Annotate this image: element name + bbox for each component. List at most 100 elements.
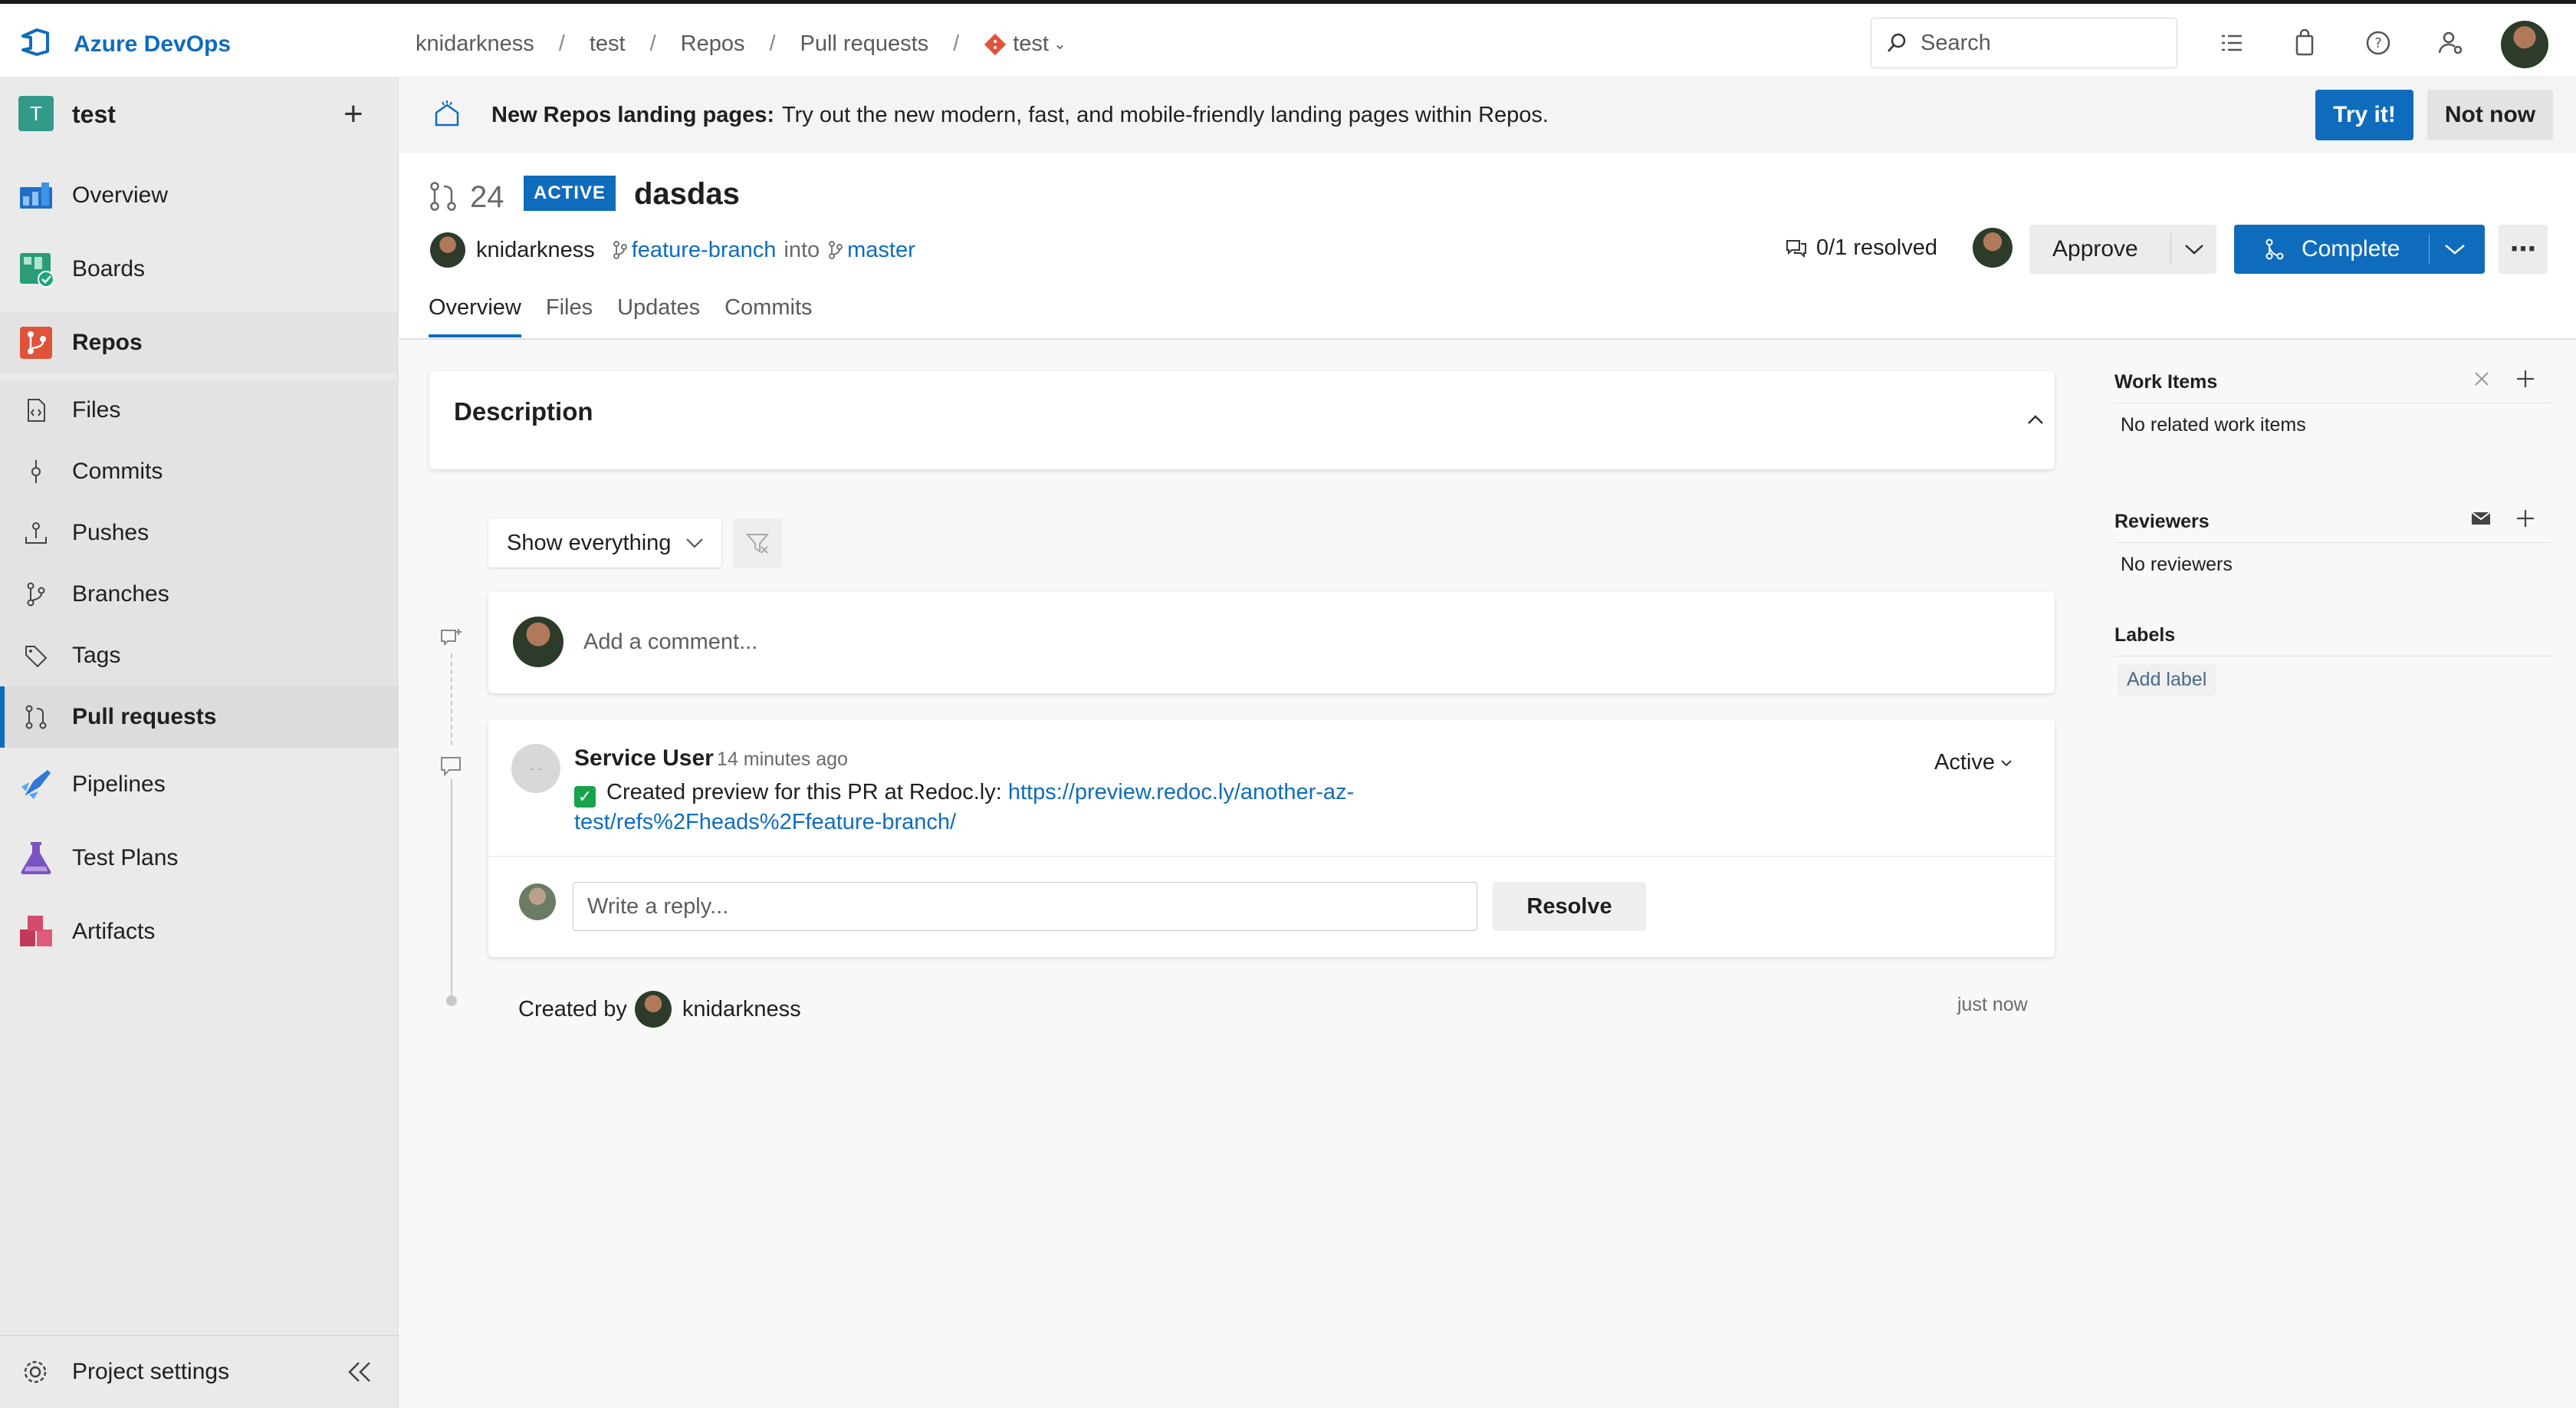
chevron-down-icon[interactable]	[2183, 242, 2206, 257]
sidebar-item-artifacts[interactable]: Artifacts	[0, 901, 399, 962]
reviewers-empty: No reviewers	[2121, 554, 2233, 575]
sidebar-item-pull-requests[interactable]: Pull requests	[0, 686, 399, 748]
breadcrumb-project[interactable]: test	[590, 31, 626, 57]
comment-author[interactable]: Service User	[574, 745, 714, 771]
check-icon: ✓	[574, 786, 596, 808]
resolve-button[interactable]: Resolve	[1493, 882, 1646, 931]
source-branch-link[interactable]: feature-branch	[595, 238, 776, 263]
add-label-button[interactable]: Add label	[2118, 664, 2216, 696]
sidebar-item-branches[interactable]: Branches	[0, 564, 399, 625]
work-items-empty: No related work items	[2121, 414, 2306, 436]
breadcrumb-org[interactable]: knidarkness	[416, 31, 534, 57]
avatar[interactable]	[1973, 228, 2013, 268]
reply-input[interactable]	[573, 882, 1477, 931]
approve-label: Approve	[2052, 236, 2138, 262]
divider	[2170, 234, 2171, 265]
target-branch-name: master	[847, 237, 915, 262]
tab-overview[interactable]: Overview	[429, 295, 521, 337]
breadcrumb-repos[interactable]: Repos	[681, 31, 745, 57]
sidebar-item-commits[interactable]: Commits	[0, 441, 399, 502]
repos-icon	[20, 327, 52, 359]
sidebar-item-pushes[interactable]: Pushes	[0, 502, 399, 564]
tag-icon	[25, 646, 48, 668]
add-icon[interactable]	[2515, 508, 2536, 529]
chevron-down-icon[interactable]	[2443, 242, 2467, 257]
add-icon[interactable]: +	[343, 97, 363, 131]
more-actions-icon[interactable]: ⋯	[2499, 225, 2548, 274]
svg-text:?: ?	[2374, 35, 2382, 51]
help-icon[interactable]: ?	[2364, 28, 2393, 58]
sidebar-item-overview[interactable]: Overview	[0, 165, 399, 226]
list-settings-icon[interactable]	[2217, 28, 2246, 58]
comment-text: Created preview for this PR at Redoc.ly:	[606, 780, 1002, 804]
close-icon[interactable]	[2472, 369, 2492, 389]
approve-button[interactable]: Approve	[2029, 225, 2216, 274]
chevron-up-icon[interactable]	[2022, 406, 2049, 433]
sidebar-item-test-plans[interactable]: Test Plans	[0, 827, 399, 889]
comment-input[interactable]	[583, 623, 1963, 661]
branch-icon	[27, 582, 45, 607]
breadcrumb-pull-requests[interactable]: Pull requests	[800, 31, 929, 57]
new-comment-box	[488, 592, 2055, 693]
filter-button[interactable]	[733, 518, 782, 567]
banner-message: New Repos landing pages: Try out the new …	[491, 103, 1549, 128]
brand-name[interactable]: Azure DevOps	[74, 31, 231, 58]
project-name[interactable]: test	[72, 100, 116, 129]
comment-body: ✓ Created preview for this PR at Redoc.ly…	[574, 778, 1418, 837]
user-avatar[interactable]	[2501, 21, 2548, 68]
sidebar-item-files[interactable]: Files	[0, 380, 399, 441]
tab-files[interactable]: Files	[546, 295, 593, 337]
search-box[interactable]	[1871, 18, 2177, 68]
tab-updates[interactable]: Updates	[617, 295, 700, 337]
merge-icon	[2266, 239, 2284, 260]
resolved-count: 0/1 resolved	[1816, 235, 1937, 260]
collapse-sidebar-icon[interactable]	[343, 1357, 374, 1387]
breadcrumb-separator: /	[769, 31, 776, 56]
project-badge[interactable]: T	[18, 96, 54, 131]
try-it-button[interactable]: Try it!	[2315, 90, 2413, 140]
azure-devops-logo-icon[interactable]	[20, 25, 54, 59]
into-label: into	[784, 237, 820, 262]
add-icon[interactable]	[2515, 368, 2536, 390]
thread-status-value: Active	[1934, 750, 1995, 775]
search-input[interactable]	[1921, 30, 2150, 56]
sidebar-item-label: Commits	[72, 459, 163, 484]
sidebar-item-label: Boards	[72, 256, 146, 281]
project-settings[interactable]: Project settings	[0, 1335, 399, 1408]
artifacts-icon	[20, 916, 52, 946]
target-branch-link[interactable]: master	[820, 238, 915, 263]
pr-meta: knidarkness feature-branch into master	[430, 232, 915, 268]
pull-request-icon	[430, 182, 456, 211]
avatar: - -	[511, 744, 560, 793]
avatar[interactable]	[430, 232, 465, 268]
complete-button[interactable]: Complete	[2234, 225, 2485, 274]
comment-thread: - - Service User 14 minutes ago Active ✓…	[488, 719, 2055, 957]
sidebar-item-boards[interactable]: Boards	[0, 239, 399, 300]
tab-bar: Overview Files Updates Commits	[429, 295, 837, 337]
breadcrumb-repo-selector[interactable]: test	[1013, 31, 1049, 57]
chevron-down-icon[interactable]: ⌄	[1053, 35, 1066, 54]
shopping-bag-icon[interactable]	[2290, 28, 2319, 58]
pr-author[interactable]: knidarkness	[476, 238, 595, 263]
sidebar-item-repos[interactable]: Repos	[0, 312, 399, 373]
sidebar-item-pipelines[interactable]: Pipelines	[0, 754, 399, 815]
new-feature-icon	[435, 100, 459, 127]
tab-commits[interactable]: Commits	[724, 295, 812, 337]
activity-filter-dropdown[interactable]: Show everything	[488, 518, 721, 567]
sidebar-item-tags[interactable]: Tags	[0, 625, 399, 686]
dropdown-value: Show everything	[507, 530, 672, 555]
breadcrumb-separator: /	[953, 31, 960, 56]
user-settings-icon[interactable]	[2436, 28, 2466, 58]
page-title[interactable]: dasdas	[634, 177, 740, 212]
comments-resolved[interactable]: 0/1 resolved	[1784, 235, 1937, 261]
comment-icon	[437, 752, 465, 779]
sidebar-item-label: Pipelines	[72, 771, 166, 797]
status-badge: ACTIVE	[524, 176, 616, 211]
sidebar-item-label: Overview	[72, 183, 169, 208]
mail-icon[interactable]	[2470, 510, 2492, 527]
thread-status-dropdown[interactable]: Active	[1934, 750, 2013, 775]
created-by-author[interactable]: knidarkness	[682, 997, 801, 1022]
avatar[interactable]	[634, 991, 672, 1028]
timeline-connector	[451, 653, 452, 745]
not-now-button[interactable]: Not now	[2427, 90, 2553, 140]
